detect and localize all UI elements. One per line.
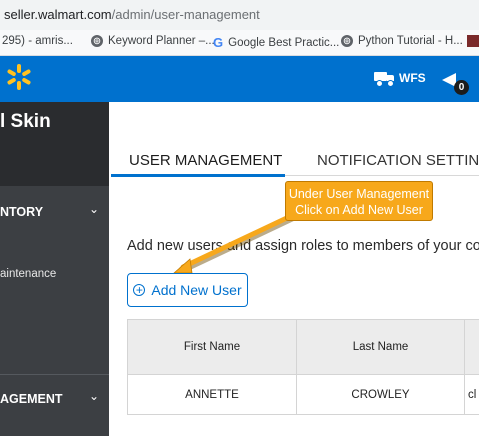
- wfs-button[interactable]: WFS: [374, 71, 426, 87]
- add-new-user-button[interactable]: + Add New User: [127, 273, 248, 307]
- bookmark-item[interactable]: G Google Best Practic...: [213, 35, 339, 50]
- globe-icon: ◎: [341, 35, 353, 47]
- cell-last-name: CROWLEY: [297, 375, 465, 414]
- chevron-down-icon[interactable]: ⌄: [89, 389, 99, 403]
- notification-count-badge: 0: [454, 80, 469, 95]
- bookmark-label: Python Tutorial - H...: [358, 35, 463, 47]
- url-path: /admin/user-management: [111, 7, 260, 22]
- sidebar-store-name: l Skin: [0, 102, 109, 186]
- column-header-first-name[interactable]: First Name: [127, 320, 297, 374]
- instruction-callout: Under User Management Click on Add New U…: [285, 181, 433, 221]
- bookmark-label: Keyword Planner –...: [108, 35, 215, 47]
- add-new-user-label: Add New User: [151, 282, 242, 298]
- sidebar-item-inventory[interactable]: NTORY: [0, 205, 43, 219]
- browser-address-bar[interactable]: seller.walmart.com/admin/user-management: [0, 0, 479, 30]
- plus-circle-icon: +: [133, 284, 146, 296]
- sidebar-subitem-maintenance[interactable]: aintenance: [0, 268, 56, 280]
- seller-center-header: WFS 0: [0, 56, 479, 102]
- bookmark-label: Google Best Practic...: [228, 36, 340, 49]
- tab-notification-settings[interactable]: NOTIFICATION SETTIN: [317, 152, 479, 169]
- truck-icon: [374, 72, 394, 87]
- bookmarks-bar: 295) - amris... ◎ Keyword Planner –... G…: [0, 30, 479, 56]
- sidebar-item-label: AGEMENT: [0, 392, 63, 406]
- page-description: Add new users and assign roles to member…: [127, 238, 479, 254]
- sidebar-item-management[interactable]: AGEMENT: [0, 392, 63, 406]
- bookmark-item[interactable]: [467, 35, 479, 47]
- sidebar: l Skin NTORY ⌄ aintenance AGEMENT ⌄: [0, 102, 109, 436]
- chevron-down-icon[interactable]: ⌄: [89, 202, 99, 216]
- sidebar-divider: [0, 374, 109, 375]
- sidebar-item-label: aintenance: [0, 268, 57, 280]
- globe-icon: ◎: [91, 35, 103, 47]
- bookmark-label: 295) - amris...: [2, 35, 73, 47]
- bookmark-item[interactable]: ◎ Keyword Planner –...: [91, 35, 215, 47]
- cell-extra: cl: [468, 388, 477, 401]
- bookmark-item[interactable]: 295) - amris...: [2, 35, 73, 47]
- google-g-icon: G: [213, 35, 224, 50]
- walmart-spark-logo-icon[interactable]: [6, 64, 32, 90]
- callout-line-2: Click on Add New User: [295, 203, 423, 217]
- column-header-extra: [465, 320, 479, 374]
- table-row[interactable]: ANNETTE CROWLEY cl: [127, 375, 479, 415]
- sidebar-item-label: NTORY: [0, 205, 44, 219]
- bookmark-item[interactable]: ◎ Python Tutorial - H...: [341, 35, 463, 47]
- column-header-last-name[interactable]: Last Name: [297, 320, 465, 374]
- active-tab-indicator: [111, 174, 285, 177]
- notifications-button[interactable]: 0: [442, 70, 472, 95]
- cell-first-name: ANNETTE: [127, 375, 297, 414]
- tabs-divider: [285, 175, 479, 176]
- table-header-row: First Name Last Name: [127, 319, 479, 375]
- callout-line-1: Under User Management: [288, 187, 430, 201]
- bookmark-favicon-icon: [467, 35, 479, 47]
- url-host: seller.walmart.com: [4, 7, 112, 22]
- tab-user-management[interactable]: USER MANAGEMENT: [129, 152, 282, 169]
- wfs-label: WFS: [399, 71, 426, 85]
